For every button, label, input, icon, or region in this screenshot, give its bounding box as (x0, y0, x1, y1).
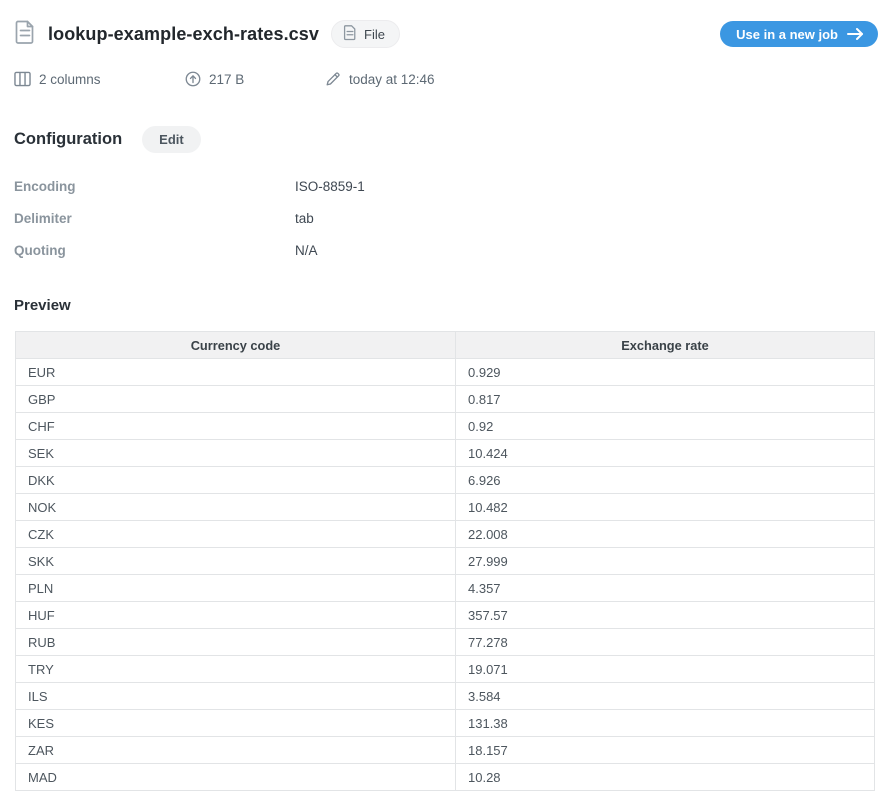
meta-modified-time: today at 12:46 (349, 72, 435, 87)
config-label: Delimiter (14, 211, 295, 226)
meta-size: 217 B (185, 71, 325, 87)
cell-exchange-rate: 19.071 (456, 656, 875, 683)
table-row: KES 131.38 (16, 710, 875, 737)
configuration-heading: Configuration (14, 130, 122, 149)
preview-table: Currency code Exchange rate EUR 0.929 GB… (15, 331, 875, 791)
use-in-new-job-button[interactable]: Use in a new job (720, 21, 878, 47)
cell-currency-code: SKK (16, 548, 456, 575)
cell-currency-code: MAD (16, 764, 456, 791)
cell-exchange-rate: 10.482 (456, 494, 875, 521)
config-row: Delimiter tab (14, 211, 884, 225)
table-row: GBP 0.817 (16, 386, 875, 413)
table-body: EUR 0.929 GBP 0.817 CHF 0.92 SEK 10.424 (16, 359, 875, 791)
cell-currency-code: HUF (16, 602, 456, 629)
meta-columns: 2 columns (14, 71, 185, 87)
cell-exchange-rate: 357.57 (456, 602, 875, 629)
table-row: RUB 77.278 (16, 629, 875, 656)
cell-exchange-rate: 0.92 (456, 413, 875, 440)
cell-exchange-rate: 10.424 (456, 440, 875, 467)
file-meta-row: 2 columns 217 B today at 12:46 (0, 69, 884, 89)
cell-currency-code: SEK (16, 440, 456, 467)
cell-currency-code: RUB (16, 629, 456, 656)
cell-currency-code: CHF (16, 413, 456, 440)
columns-icon (14, 71, 31, 87)
preview-heading: Preview (0, 297, 884, 314)
config-value: N/A (295, 243, 318, 258)
cell-currency-code: CZK (16, 521, 456, 548)
cell-exchange-rate: 3.584 (456, 683, 875, 710)
cell-exchange-rate: 131.38 (456, 710, 875, 737)
table-header-row: Currency code Exchange rate (16, 332, 875, 359)
cell-currency-code: TRY (16, 656, 456, 683)
cell-exchange-rate: 0.817 (456, 386, 875, 413)
table-row: CHF 0.92 (16, 413, 875, 440)
column-header-currency-code: Currency code (16, 332, 456, 359)
config-value: tab (295, 211, 314, 226)
config-row: Encoding ISO-8859-1 (14, 179, 884, 193)
cell-currency-code: ZAR (16, 737, 456, 764)
file-type-badge: File (331, 20, 400, 48)
table-row: MAD 10.28 (16, 764, 875, 791)
cell-currency-code: NOK (16, 494, 456, 521)
cell-exchange-rate: 10.28 (456, 764, 875, 791)
edit-configuration-button[interactable]: Edit (142, 126, 201, 153)
cell-currency-code: DKK (16, 467, 456, 494)
arrow-right-icon (847, 28, 864, 40)
table-row: ILS 3.584 (16, 683, 875, 710)
table-row: CZK 22.008 (16, 521, 875, 548)
table-row: PLN 4.357 (16, 575, 875, 602)
pencil-icon (325, 71, 341, 87)
cell-currency-code: KES (16, 710, 456, 737)
table-row: TRY 19.071 (16, 656, 875, 683)
file-header: lookup-example-exch-rates.csv File Use i… (0, 0, 884, 48)
configuration-section: Configuration Edit Encoding ISO-8859-1 D… (0, 126, 884, 257)
configuration-rows: Encoding ISO-8859-1 Delimiter tab Quotin… (14, 179, 884, 257)
cell-currency-code: GBP (16, 386, 456, 413)
table-row: ZAR 18.157 (16, 737, 875, 764)
meta-modified: today at 12:46 (325, 71, 435, 87)
config-label: Encoding (14, 179, 295, 194)
table-row: NOK 10.482 (16, 494, 875, 521)
page-title: lookup-example-exch-rates.csv (48, 24, 319, 45)
cell-exchange-rate: 0.929 (456, 359, 875, 386)
file-document-icon (14, 19, 36, 50)
cell-currency-code: EUR (16, 359, 456, 386)
upload-circle-icon (185, 71, 201, 87)
cell-exchange-rate: 4.357 (456, 575, 875, 602)
cell-exchange-rate: 22.008 (456, 521, 875, 548)
config-row: Quoting N/A (14, 243, 884, 257)
cell-exchange-rate: 77.278 (456, 629, 875, 656)
cell-exchange-rate: 6.926 (456, 467, 875, 494)
file-type-badge-label: File (364, 27, 385, 42)
cell-currency-code: PLN (16, 575, 456, 602)
cell-exchange-rate: 27.999 (456, 548, 875, 575)
table-row: SKK 27.999 (16, 548, 875, 575)
table-row: SEK 10.424 (16, 440, 875, 467)
column-header-exchange-rate: Exchange rate (456, 332, 875, 359)
table-row: HUF 357.57 (16, 602, 875, 629)
table-row: DKK 6.926 (16, 467, 875, 494)
meta-file-size: 217 B (209, 72, 244, 87)
config-value: ISO-8859-1 (295, 179, 365, 194)
table-row: EUR 0.929 (16, 359, 875, 386)
config-label: Quoting (14, 243, 295, 258)
meta-columns-count: 2 columns (39, 72, 101, 87)
preview-section: Preview Currency code Exchange rate EUR … (0, 297, 884, 791)
use-in-new-job-label: Use in a new job (736, 27, 838, 42)
badge-file-icon (343, 24, 357, 44)
cell-currency-code: ILS (16, 683, 456, 710)
cell-exchange-rate: 18.157 (456, 737, 875, 764)
